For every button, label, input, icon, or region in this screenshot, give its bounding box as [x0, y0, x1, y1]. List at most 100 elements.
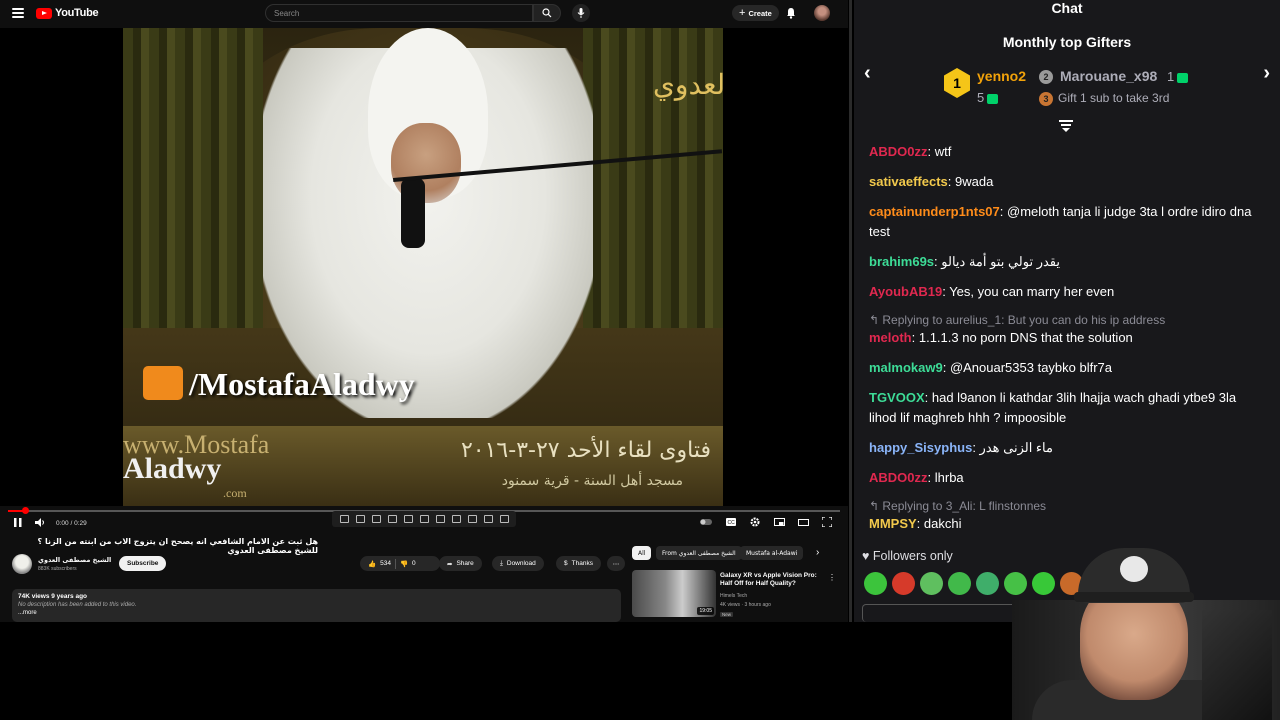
- plus-icon: +: [739, 7, 746, 19]
- chat-text: wtf: [934, 144, 952, 159]
- emote-icon[interactable]: [976, 572, 999, 595]
- crop-icon[interactable]: [403, 515, 413, 523]
- search-button[interactable]: [533, 4, 561, 22]
- recommended-channel[interactable]: Himels Tech: [720, 593, 747, 599]
- chat-username[interactable]: TGVOOX: [869, 390, 925, 405]
- scrubber-handle[interactable]: [21, 507, 29, 514]
- autoplay-toggle-icon[interactable]: [700, 516, 712, 528]
- chat-text: lhrba: [934, 470, 964, 485]
- camera-icon[interactable]: [483, 515, 493, 523]
- chat-username[interactable]: ABDO0zz: [869, 144, 928, 159]
- like-count[interactable]: 534: [380, 560, 391, 567]
- chat-panel: Chat Monthly top Gifters ‹ › 1 yenno2 5 …: [854, 0, 1280, 622]
- recommended-views: 4K views · 3 hours ago: [720, 602, 771, 608]
- create-button[interactable]: + Create: [732, 5, 779, 21]
- kebab-menu-icon[interactable]: ⋮: [828, 573, 836, 582]
- filter-icon[interactable]: [1058, 120, 1074, 132]
- chat-text: يقدر تولي بتو أمة ديالو: [941, 254, 1061, 269]
- chevron-right-icon[interactable]: ›: [1263, 62, 1270, 85]
- silver-rank-badge: 2: [1039, 70, 1053, 84]
- window-icon[interactable]: [419, 515, 429, 523]
- settings-gear-icon[interactable]: [749, 516, 761, 528]
- toolbar-settings-icon[interactable]: [499, 515, 509, 523]
- captions-icon[interactable]: CC: [725, 516, 737, 528]
- voice-search-button[interactable]: [572, 4, 590, 22]
- emote-icon[interactable]: [920, 572, 943, 595]
- capture-icon[interactable]: [467, 515, 477, 523]
- channel-name[interactable]: الشيخ مصطفى العدوي: [38, 556, 111, 564]
- curtain-left: [123, 28, 263, 328]
- miniplayer-icon[interactable]: [773, 516, 785, 528]
- description-more-link[interactable]: ...more: [18, 610, 615, 616]
- chat-username[interactable]: MMPSY: [869, 516, 917, 531]
- video-duration: 19:05: [697, 607, 714, 615]
- gift-icon: [1177, 72, 1189, 83]
- loop-icon[interactable]: [339, 515, 349, 523]
- chevron-left-icon[interactable]: ‹: [864, 62, 871, 85]
- screen-icon[interactable]: [435, 515, 445, 523]
- description-box[interactable]: 74K views 9 years ago No description has…: [12, 589, 621, 622]
- account-avatar[interactable]: [814, 5, 830, 21]
- thumbs-down-icon[interactable]: 👎: [400, 560, 408, 568]
- video-thumbnail[interactable]: 19:05: [632, 570, 716, 617]
- emote-icon[interactable]: [948, 572, 971, 595]
- share-label: Share: [456, 560, 474, 567]
- volume-icon[interactable]: [34, 516, 46, 528]
- pause-icon[interactable]: [12, 516, 24, 528]
- chat-message: ABDO0zz: wtf: [869, 144, 952, 159]
- chip-all[interactable]: All: [632, 546, 652, 560]
- video-player[interactable]: العدوي /MostafaAladwy www.Mostafa Aladwy…: [0, 28, 848, 527]
- chat-username[interactable]: happy_Sisyphus: [869, 440, 972, 455]
- chat-message: AyoubAB19: Yes, you can marry her even: [869, 284, 1115, 299]
- search-input[interactable]: Search: [265, 4, 533, 22]
- fullscreen-icon[interactable]: [821, 516, 833, 528]
- corner-logo: العدوي: [653, 68, 723, 101]
- recommended-video[interactable]: 19:05 Galaxy XR vs Apple Vision Pro: Hal…: [632, 570, 842, 620]
- more-actions-icon[interactable]: ⋯: [607, 556, 625, 571]
- youtube-topbar: YouTube Search + Create: [0, 0, 848, 27]
- dislike-count[interactable]: 0: [412, 560, 416, 567]
- pip-icon[interactable]: [371, 515, 381, 523]
- overlay-logo: www.Mostafa Aladwy .com: [123, 432, 269, 501]
- hamburger-menu-icon[interactable]: [12, 8, 24, 18]
- chip-from-channel[interactable]: From الشيخ مصطفى العدوي: [656, 546, 742, 560]
- notifications-bell-icon[interactable]: [786, 6, 796, 24]
- channel-avatar[interactable]: [12, 554, 32, 574]
- download-button[interactable]: ⤓ Download: [492, 556, 544, 571]
- svg-text:CC: CC: [728, 520, 736, 526]
- chip-mustafa[interactable]: Mustafa al-Adawi: [740, 546, 804, 560]
- thanks-button[interactable]: $ Thanks: [556, 556, 601, 571]
- scrollbar[interactable]: [849, 0, 852, 622]
- gifter2-name[interactable]: Marouane_x98: [1060, 68, 1157, 84]
- emote-icon[interactable]: [864, 572, 887, 595]
- subscribe-button[interactable]: Subscribe: [119, 556, 167, 571]
- grid-icon[interactable]: [387, 515, 397, 523]
- chat-username[interactable]: meloth: [869, 330, 912, 345]
- share-button[interactable]: ➦ Share: [439, 556, 482, 571]
- chat-username[interactable]: ABDO0zz: [869, 470, 928, 485]
- download-icon: ⤓: [500, 559, 503, 567]
- chat-username[interactable]: sativaeffects: [869, 174, 948, 189]
- thumbs-up-icon[interactable]: 👍: [368, 560, 376, 568]
- emote-icon[interactable]: [892, 572, 915, 595]
- chat-username[interactable]: brahim69s: [869, 254, 934, 269]
- video-frame[interactable]: العدوي /MostafaAladwy www.Mostafa Aladwy…: [123, 28, 723, 506]
- microphone-icon: [577, 8, 585, 18]
- theater-mode-icon[interactable]: [797, 516, 809, 528]
- chat-message: captainunderp1nts07: @meloth tanja li ju…: [869, 204, 1252, 239]
- chat-username[interactable]: malmokaw9: [869, 360, 943, 375]
- chat-username[interactable]: AyoubAB19: [869, 284, 942, 299]
- gifter1-name[interactable]: yenno2: [977, 68, 1026, 84]
- chips-next-arrow-icon[interactable]: ›: [816, 547, 819, 558]
- gifter1-count: 5: [977, 90, 999, 105]
- reply-context: ↰ Replying to aurelius_1: But you can do…: [869, 310, 1165, 330]
- audio-icon[interactable]: [355, 515, 365, 523]
- chat-username[interactable]: captainunderp1nts07: [869, 204, 1000, 219]
- chat-message: sativaeffects: 9wada: [869, 174, 994, 189]
- speed-icon[interactable]: [451, 515, 461, 523]
- chat-header: Chat: [1051, 0, 1083, 16]
- channel-row: الشيخ مصطفى العدوي 883K subscribers Subs…: [12, 554, 625, 574]
- chat-text: dakchi: [923, 516, 962, 531]
- recommended-title[interactable]: Galaxy XR vs Apple Vision Pro: Half Off …: [720, 572, 830, 588]
- youtube-logo[interactable]: YouTube: [36, 7, 99, 19]
